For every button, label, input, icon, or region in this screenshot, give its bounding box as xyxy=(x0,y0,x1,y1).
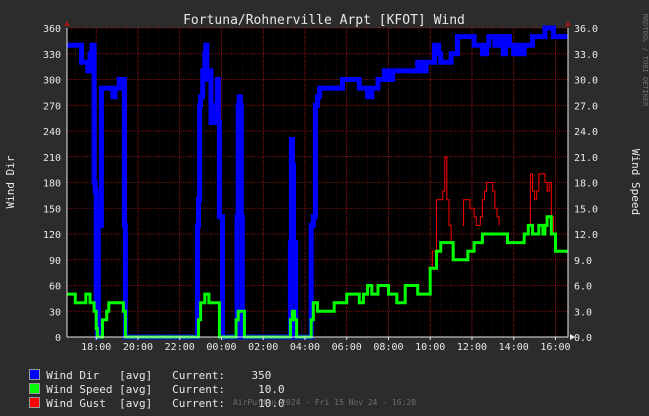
y-tick-label-left: 0 xyxy=(55,333,61,344)
y-tick-label-right: 0.0 xyxy=(574,333,592,344)
x-tick-label: 04:00 xyxy=(290,342,320,353)
y-tick-label-right: 27.0 xyxy=(574,101,598,112)
y-tick-label-right: 12.0 xyxy=(574,230,598,241)
legend-item-wind-speed: Wind Speed [avg] Current: 10.0 xyxy=(16,370,285,396)
y-tick-label-left: 180 xyxy=(43,179,61,190)
x-tick-label: 14:00 xyxy=(499,342,529,353)
wind-chart: 18:00 20:00 22:00 00:00 02:00 04:00 06:00 08:00… xyxy=(4,13,649,353)
y-tick-label-left: 330 xyxy=(43,50,61,61)
x-tick-label: 12:00 xyxy=(457,342,487,353)
rrdtool-watermark: RRDTOOL / TOBI OETIKER xyxy=(641,14,649,108)
legend-item-wind-dir: Wind Dir [avg] Current: 350 xyxy=(16,356,271,382)
y-tick-label-left: 120 xyxy=(43,230,61,241)
chart-title: Fortuna/Rohnerville Arpt [KFOT] Wind xyxy=(183,13,465,28)
y-axis-arrow-left-icon xyxy=(64,21,70,26)
y-tick-label-left: 240 xyxy=(43,127,61,138)
y-axis-arrow-right-icon xyxy=(565,21,571,26)
y-tick-label-right: 36.0 xyxy=(574,24,598,35)
y-tick-label-right: 24.0 xyxy=(574,127,598,138)
y-tick-label-right: 33.0 xyxy=(574,50,598,61)
y-tick-label-left: 300 xyxy=(43,76,61,87)
y-tick-label-left: 150 xyxy=(43,204,61,215)
x-tick-label: 08:00 xyxy=(373,342,403,353)
x-tick-label: 20:00 xyxy=(123,342,153,353)
y-tick-label-left: 30 xyxy=(49,307,61,318)
chart-footer: AirPuffin 2024 - Fri 15 Nov 24 - 16:20 xyxy=(232,398,417,407)
x-tick-label: 22:00 xyxy=(165,342,195,353)
y-tick-label-right: 30.0 xyxy=(574,76,598,87)
x-tick-label: 00:00 xyxy=(206,342,236,353)
x-tick-label: 06:00 xyxy=(332,342,362,353)
x-tick-label: 02:00 xyxy=(248,342,278,353)
y-tick-label-right: 15.0 xyxy=(574,204,598,215)
y-tick-label-right: 3.0 xyxy=(574,307,592,318)
y-tick-label-left: 360 xyxy=(43,24,61,35)
legend-item-wind-gust: Wind Gust [avg] Current: 10.0 xyxy=(16,384,285,410)
y-tick-label-right: 9.0 xyxy=(574,256,592,267)
y-tick-label-left: 90 xyxy=(49,256,61,267)
y-tick-label-left: 60 xyxy=(49,282,61,293)
y-tick-label-right: 18.0 xyxy=(574,179,598,190)
y-tick-label-right: 6.0 xyxy=(574,282,592,293)
x-tick-label: 16:00 xyxy=(540,342,570,353)
x-tick-label: 10:00 xyxy=(415,342,445,353)
y-tick-label-left: 210 xyxy=(43,153,61,164)
y-tick-label-left: 270 xyxy=(43,101,61,112)
y-tick-label-right: 21.0 xyxy=(574,153,598,164)
x-tick-label: 18:00 xyxy=(81,342,111,353)
y-axis-label-left: Wind Dir xyxy=(4,155,17,208)
y-axis-label-right: Wind Speed xyxy=(629,149,642,215)
